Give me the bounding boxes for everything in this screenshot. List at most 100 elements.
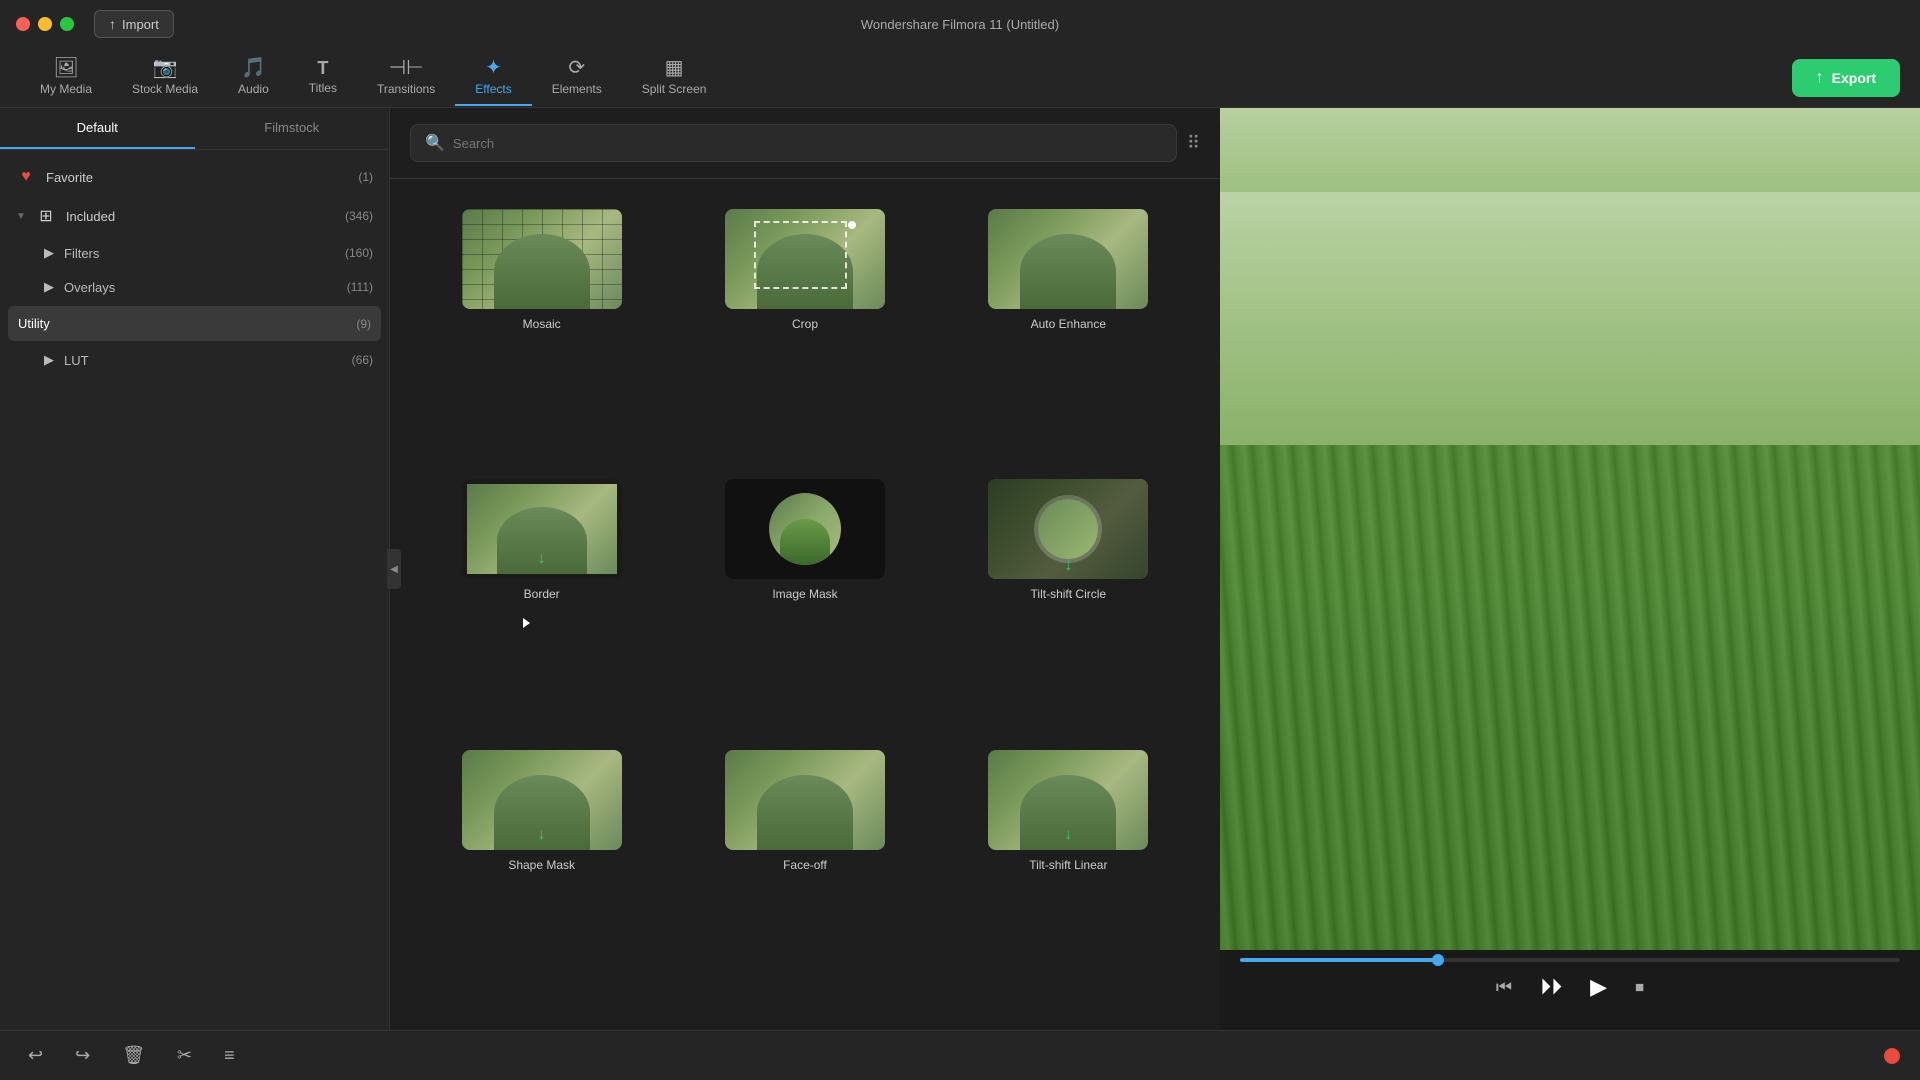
adjust-button[interactable]: ≡: [216, 1041, 243, 1070]
toolbar-item-effects[interactable]: ✦ Effects: [455, 50, 531, 106]
minimize-button[interactable]: [38, 17, 52, 31]
effect-thumb-image-mask: [725, 479, 885, 579]
effect-label-image-mask: Image Mask: [772, 587, 837, 601]
effect-item-face-off[interactable]: Face-off: [673, 740, 936, 1010]
utility-count: (9): [356, 317, 371, 331]
timeline-marker: [1884, 1048, 1900, 1064]
thumb-inner-crop: [725, 209, 885, 309]
effect-item-shape-mask[interactable]: ↓ Shape Mask: [410, 740, 673, 1010]
effect-label-mosaic: Mosaic: [523, 317, 561, 331]
effect-item-tilt-shift-circle[interactable]: ↓ Tilt-shift Circle: [937, 469, 1200, 739]
tab-default-label: Default: [77, 120, 118, 135]
window-title: Wondershare Filmora 11 (Untitled): [861, 17, 1059, 32]
overlays-chevron: ▶: [44, 279, 54, 295]
thumb-inner-image-mask: [725, 479, 885, 579]
favorite-icon: ♥: [16, 168, 36, 186]
sidebar-item-filters[interactable]: ▶ Filters (160): [0, 236, 389, 270]
effect-item-image-mask[interactable]: Image Mask: [673, 469, 936, 739]
effect-item-crop[interactable]: Crop: [673, 199, 936, 469]
sidebar-item-utility[interactable]: Utility (9): [8, 306, 381, 341]
cut-button[interactable]: ✂: [169, 1041, 200, 1070]
progress-fill: [1240, 958, 1438, 962]
audio-icon: 🎵: [241, 58, 266, 78]
undo-button[interactable]: ↩: [20, 1041, 51, 1070]
toolbar-label-stock-media: Stock Media: [132, 82, 198, 96]
effect-item-tilt-shift-linear[interactable]: ↓ Tilt-shift Linear: [937, 740, 1200, 1010]
progress-thumb: [1432, 954, 1444, 966]
close-button[interactable]: [16, 17, 30, 31]
play-button[interactable]: ▶: [1586, 970, 1611, 1004]
effect-thumb-auto-enhance: [988, 209, 1148, 309]
toolbar-item-split-screen[interactable]: ▦ Split Screen: [622, 50, 727, 106]
export-button[interactable]: Export: [1792, 59, 1900, 97]
delete-button[interactable]: 🗑: [114, 1041, 153, 1070]
included-icon: ⊞: [36, 206, 56, 226]
import-label: Import: [122, 17, 159, 32]
lut-label: LUT: [64, 353, 342, 368]
effect-item-border[interactable]: ↓ Border: [410, 469, 673, 739]
utility-label: Utility: [18, 316, 346, 331]
sidebar-tabs: Default Filmstock: [0, 108, 389, 150]
included-chevron: ▼: [16, 211, 26, 222]
sidebar-item-included[interactable]: ▼ ⊞ Included (346): [0, 196, 389, 236]
toolbar-item-titles[interactable]: T Titles: [289, 51, 357, 105]
search-bar: 🔍 ⠿: [390, 108, 1220, 179]
effect-thumb-tilt-shift-circle: ↓: [988, 479, 1148, 579]
thumb-inner-face-off: [725, 750, 885, 850]
thumb-inner-mosaic: [462, 209, 622, 309]
thumb-inner-tilt-circle: ↓: [988, 479, 1148, 579]
grid-toggle-icon[interactable]: ⠿: [1187, 133, 1200, 154]
effect-item-mosaic[interactable]: Mosaic: [410, 199, 673, 469]
toolbar-item-transitions[interactable]: ⊣⊢ Transitions: [357, 50, 455, 106]
collapse-handle[interactable]: ◀: [387, 549, 401, 589]
toolbar-item-audio[interactable]: 🎵 Audio: [218, 50, 289, 106]
effect-label-auto-enhance: Auto Enhance: [1031, 317, 1106, 331]
wheat-stalks: [1220, 445, 1920, 950]
filters-label: Filters: [64, 246, 335, 261]
tab-default[interactable]: Default: [0, 108, 195, 149]
filters-count: (160): [345, 246, 373, 260]
effect-thumb-crop: [725, 209, 885, 309]
effect-label-face-off: Face-off: [783, 858, 827, 872]
sidebar-item-lut[interactable]: ▶ LUT (66): [0, 343, 389, 377]
step-back-button[interactable]: ⏮: [1492, 973, 1516, 1002]
tab-filmstock[interactable]: Filmstock: [195, 108, 390, 149]
thumb-inner-shape-mask: ↓: [462, 750, 622, 850]
image-mask-circle: [769, 493, 841, 565]
toolbar-item-elements[interactable]: ⟳ Elements: [532, 50, 622, 106]
toolbar-item-stock-media[interactable]: 📷 Stock Media: [112, 50, 218, 106]
crop-figure: [757, 234, 853, 309]
redo-button[interactable]: ↪: [67, 1041, 98, 1070]
transitions-icon: ⊣⊢: [389, 58, 424, 78]
sidebar-item-overlays[interactable]: ▶ Overlays (111): [0, 270, 389, 304]
effect-label-border: Border: [524, 587, 560, 601]
mosaic-figure: [494, 234, 590, 309]
import-button[interactable]: Import: [94, 10, 174, 38]
progress-bar[interactable]: [1240, 958, 1900, 962]
border-download: ↓: [538, 550, 546, 568]
toolbar-label-effects: Effects: [475, 82, 511, 96]
tab-filmstock-label: Filmstock: [264, 120, 319, 135]
toolbar-label-transitions: Transitions: [377, 82, 435, 96]
tilt-circle-center: [1038, 499, 1098, 559]
sidebar-item-favorite[interactable]: ♥ Favorite (1): [0, 158, 389, 196]
toolbar-label-audio: Audio: [238, 82, 269, 96]
maximize-button[interactable]: [60, 17, 74, 31]
play-pause-button[interactable]: ⏵⏵: [1536, 970, 1566, 1004]
effect-label-shape-mask: Shape Mask: [508, 858, 575, 872]
included-count: (346): [345, 209, 373, 223]
preview-video: [1220, 108, 1920, 950]
sidebar: Default Filmstock ♥ Favorite (1) ▼ ⊞ Inc…: [0, 108, 390, 1030]
favorite-label: Favorite: [46, 170, 348, 185]
stop-button[interactable]: ⏹: [1631, 973, 1648, 1002]
search-wrap: 🔍: [410, 124, 1177, 162]
effect-item-auto-enhance[interactable]: Auto Enhance: [937, 199, 1200, 469]
split-screen-icon: ▦: [665, 58, 684, 78]
effects-grid: Mosaic Crop: [390, 179, 1220, 1030]
search-input[interactable]: [453, 136, 1162, 151]
toolbar-label-titles: Titles: [309, 81, 337, 95]
toolbar-item-my-media[interactable]: 🖼 My Media: [20, 50, 112, 106]
search-icon: 🔍: [425, 133, 445, 153]
preview-panel: ⏮ ⏵⏵ ▶ ⏹: [1220, 108, 1920, 1030]
effect-label-crop: Crop: [792, 317, 818, 331]
